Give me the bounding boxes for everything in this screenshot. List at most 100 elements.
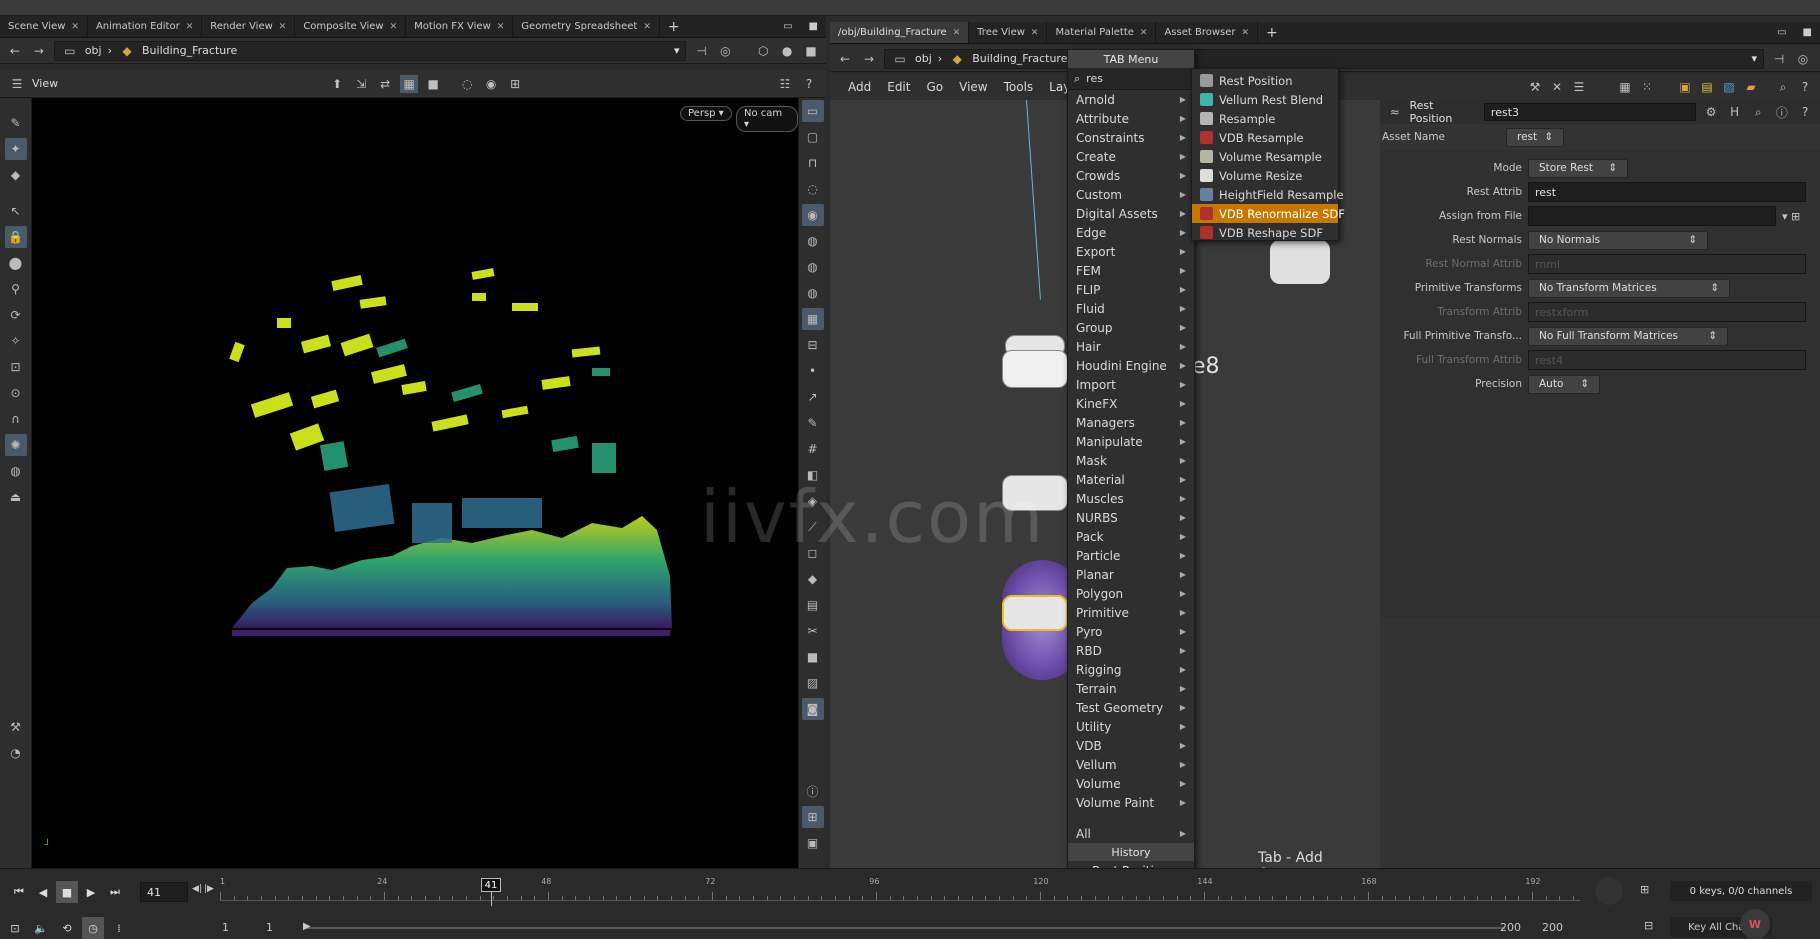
tab-menu-category[interactable]: FEM ▶ xyxy=(1068,261,1194,280)
asset-name-dropdown[interactable]: rest ⇕ xyxy=(1506,127,1564,147)
loop-icon[interactable]: ⟲ xyxy=(56,917,78,939)
tab-menu-category[interactable]: Particle ▶ xyxy=(1068,546,1194,565)
add-tab-icon[interactable]: + xyxy=(660,16,688,37)
brush-tool-icon[interactable]: ◆ xyxy=(5,164,27,186)
param-dropdown[interactable]: No Full Transform Matrices ⇕ xyxy=(1528,326,1728,346)
auto-key-icon[interactable]: ⊟ xyxy=(1644,919,1653,932)
tab-menu-category[interactable]: Planar ▶ xyxy=(1068,565,1194,584)
tab-menu-category[interactable]: Edge ▶ xyxy=(1068,223,1194,242)
network-menu-item[interactable]: View xyxy=(959,80,987,94)
tab-menu-category[interactable]: Arnold ▶ xyxy=(1068,90,1194,109)
tab-menu-category[interactable]: Digital Assets ▶ xyxy=(1068,204,1194,223)
tab-menu-category[interactable]: NURBS ▶ xyxy=(1068,508,1194,527)
camera-icon[interactable]: ◉ xyxy=(482,75,500,93)
record-icon[interactable]: ◌ xyxy=(458,75,476,93)
network-node[interactable] xyxy=(1270,240,1330,284)
tab-menu-category[interactable]: Custom ▶ xyxy=(1068,185,1194,204)
tab-menu-category[interactable]: VDB ▶ xyxy=(1068,736,1194,755)
stop-icon[interactable]: ■ xyxy=(56,881,78,903)
tab-menu-category[interactable]: Vellum ▶ xyxy=(1068,755,1194,774)
normal-icon[interactable]: ↗ xyxy=(802,386,824,408)
handle-tool-icon[interactable]: ⚲ xyxy=(5,278,27,300)
tab-menu-category[interactable]: KineFX ▶ xyxy=(1068,394,1194,413)
range-start[interactable]: 1 xyxy=(222,921,229,934)
close-icon[interactable]: ✕ xyxy=(1242,28,1250,38)
bulb-icon[interactable]: ◍ xyxy=(802,230,824,252)
audio-icon[interactable]: 🔈 xyxy=(30,917,52,939)
maximize-pane-icon[interactable]: ■ xyxy=(1795,22,1820,43)
chevron-down-icon[interactable]: ▾ xyxy=(674,44,680,57)
select-tool-icon[interactable]: ⬆ xyxy=(328,75,346,93)
menu-icon[interactable]: ☰ xyxy=(8,75,26,93)
edit-tool-icon[interactable]: ✦ xyxy=(4,138,27,160)
camera-orbit-icon[interactable]: ◍ xyxy=(5,460,27,482)
search-result-item[interactable]: VDB Resample xyxy=(1192,128,1338,147)
param-field[interactable]: rest xyxy=(1528,182,1806,202)
pane-options-icon[interactable]: ▭ xyxy=(1769,22,1794,43)
tab-menu-category[interactable]: Fluid ▶ xyxy=(1068,299,1194,318)
tab-menu-category[interactable]: Test Geometry ▶ xyxy=(1068,698,1194,717)
add-tab-icon[interactable]: + xyxy=(1258,22,1286,43)
image-view-icon[interactable]: ▣ xyxy=(1676,78,1694,96)
transform-tool-icon[interactable]: ⇲ xyxy=(352,75,370,93)
grid2-icon[interactable]: ▦ xyxy=(801,308,824,330)
selected-network-node[interactable] xyxy=(1002,595,1068,631)
lock-camera-icon[interactable]: ⊓ xyxy=(802,152,824,174)
tab-menu-search[interactable]: ⌕ res xyxy=(1068,68,1194,90)
tab-menu-category[interactable]: Managers ▶ xyxy=(1068,413,1194,432)
scissors-icon[interactable]: ✂ xyxy=(802,620,824,642)
timeline-ruler[interactable]: 1 24 48 72 96 120 144 168 192 xyxy=(220,877,1580,901)
pane-tab[interactable]: /obj/Building_Fracture ✕ xyxy=(830,22,970,43)
range-handle-icon[interactable]: ▶ xyxy=(303,921,311,932)
search-result-item[interactable]: VDB Renormalize SDF xyxy=(1192,204,1345,223)
help-icon[interactable]: ? xyxy=(1796,103,1814,121)
close-icon[interactable]: ✕ xyxy=(186,22,194,32)
scope-icon[interactable]: ⊡ xyxy=(4,917,26,939)
search-result-item[interactable]: VDB Reshape SDF xyxy=(1192,223,1338,242)
note-icon[interactable]: ▤ xyxy=(1698,78,1716,96)
tab-menu-category[interactable]: Polygon ▶ xyxy=(1068,584,1194,603)
search-result-item[interactable]: Rest Position xyxy=(1192,71,1338,90)
guide-icon[interactable]: ⊟ xyxy=(802,334,824,356)
pane-tab[interactable]: Animation Editor ✕ xyxy=(88,16,203,37)
close-icon[interactable]: ✕ xyxy=(497,22,505,32)
bulb3-icon[interactable]: ◍ xyxy=(802,282,824,304)
tab-menu-category[interactable]: Create ▶ xyxy=(1068,147,1194,166)
back-arrow-icon[interactable]: ← xyxy=(6,42,24,60)
shading-icon[interactable]: ◉ xyxy=(801,204,824,226)
link-icon[interactable]: ◎ xyxy=(716,42,734,60)
ticks-icon[interactable]: ⁞ xyxy=(108,917,130,939)
search-icon[interactable]: ⌕ xyxy=(1774,78,1792,96)
tab-menu-category[interactable]: Utility ▶ xyxy=(1068,717,1194,736)
wand-tool-icon[interactable]: ✧ xyxy=(5,330,27,352)
help-h-icon[interactable]: H xyxy=(1726,103,1744,121)
render-icon[interactable]: ▣ xyxy=(802,832,824,854)
scene-viewport[interactable]: Persp ▾ No cam ▾ ⅃ xyxy=(32,98,798,868)
rotate-tool-icon[interactable]: ⟳ xyxy=(5,304,27,326)
display-options-icon[interactable]: ☷ xyxy=(776,75,794,93)
maximize-icon[interactable]: ■ xyxy=(802,42,820,60)
pen-icon[interactable]: ✎ xyxy=(802,412,824,434)
back-arrow-icon[interactable]: ← xyxy=(836,50,854,68)
gear-icon[interactable]: ⚙ xyxy=(1702,103,1720,121)
range-end[interactable]: 200 xyxy=(1542,921,1563,934)
current-frame-marker[interactable]: 41 xyxy=(481,878,501,892)
help-icon[interactable]: ? xyxy=(800,75,818,93)
tab-menu-category[interactable]: Material ▶ xyxy=(1068,470,1194,489)
pane-tab[interactable]: Motion FX View ✕ xyxy=(406,16,514,37)
realtime-icon[interactable]: ◷ xyxy=(82,917,104,939)
point-icon[interactable]: • xyxy=(802,360,824,382)
right-path-field[interactable]: ▭ obj › ◆ Building_Fracture ▾ xyxy=(884,48,1764,69)
snapshot-icon[interactable]: ◙ xyxy=(801,698,824,720)
search-icon[interactable]: ⌕ xyxy=(1749,103,1767,121)
range-end-playback[interactable]: 200 xyxy=(1500,921,1521,934)
wrench-icon[interactable]: ⚒ xyxy=(1526,78,1544,96)
paint-tool-icon[interactable]: ✎ xyxy=(5,112,27,134)
close-icon[interactable]: ✕ xyxy=(1031,28,1039,38)
photo-icon[interactable]: ▨ xyxy=(1720,78,1738,96)
network-menu-item[interactable]: Go xyxy=(926,80,943,94)
list-icon[interactable]: ☰ xyxy=(1570,78,1588,96)
last-frame-icon[interactable]: ⏭ xyxy=(104,881,126,903)
stop-icon[interactable]: ■ xyxy=(424,75,442,93)
grid-dots-icon[interactable]: ⁙ xyxy=(1638,78,1656,96)
